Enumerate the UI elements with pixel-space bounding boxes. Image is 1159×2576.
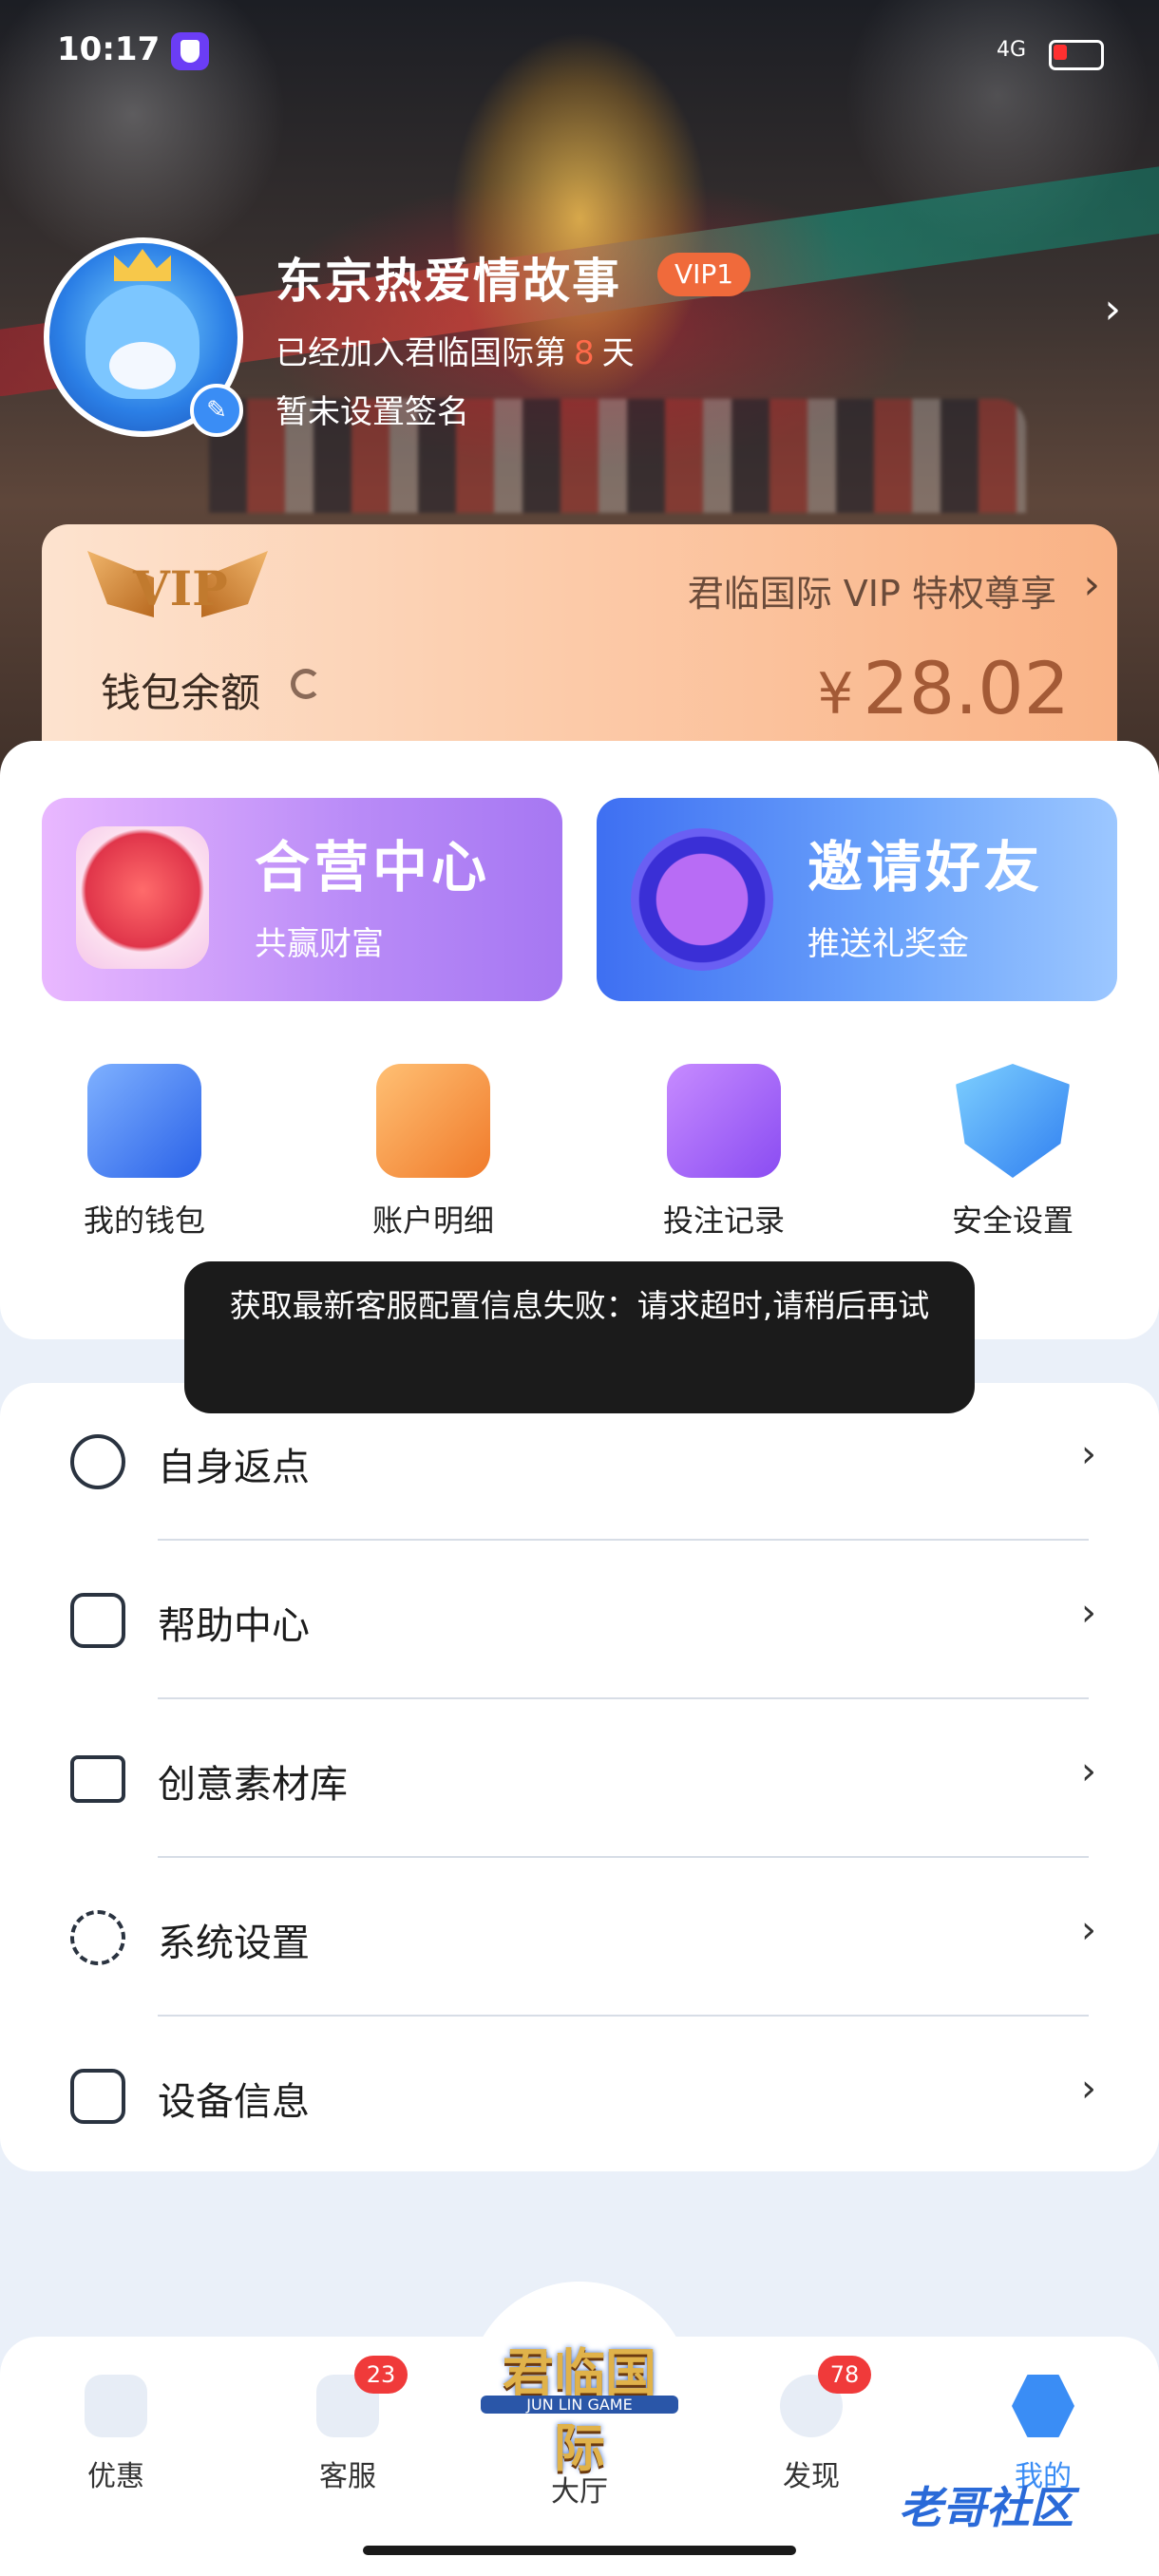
settings-icon — [70, 1910, 125, 1965]
nav-label: 客服 — [319, 2460, 376, 2493]
divider — [158, 1539, 1089, 1541]
balance-value: 28.02 — [863, 646, 1070, 730]
folder-icon — [70, 1755, 125, 1803]
divider — [158, 1856, 1089, 1858]
hall-logo[interactable]: 君临国际 JUN LIN GAME — [481, 2321, 678, 2478]
menu-label: 创意素材库 — [158, 1763, 348, 1807]
username: 东京热爱情故事 — [276, 254, 621, 309]
refresh-icon[interactable] — [291, 669, 321, 699]
percent-gear-icon — [70, 1434, 125, 1489]
vip-privilege-link[interactable]: 君临国际 VIP 特权尊享 — [688, 564, 1056, 616]
wallet-balance: ¥28.02 — [817, 646, 1070, 730]
joined-suffix: 天 — [601, 334, 635, 372]
invite-friends-subtitle: 推送礼奖金 — [808, 925, 969, 963]
shortcut-security-settings[interactable]: 安全设置 — [908, 1064, 1117, 1241]
vip-level-badge: VIP1 — [657, 253, 751, 296]
menu-item-help-center[interactable]: 帮助中心 › — [0, 1542, 1159, 1699]
nav-tab-offers[interactable]: 优惠 — [40, 2375, 192, 2494]
menu-item-device-info[interactable]: 设备信息 › — [0, 2017, 1159, 2175]
shield-check-icon — [956, 1064, 1070, 1178]
wallet-balance-label: 钱包余额 — [101, 670, 261, 716]
avatar-shark-belly — [109, 342, 176, 389]
network-indicator: 4G — [996, 38, 1026, 62]
error-toast: 获取最新客服配置信息失败：请求超时,请稍后再试 — [184, 1261, 975, 1413]
shortcut-label: 安全设置 — [951, 1203, 1074, 1239]
chevron-right-icon: › — [1081, 1908, 1096, 1952]
chevron-right-icon: › — [1081, 1591, 1096, 1635]
divider — [158, 1697, 1089, 1699]
joined-days-text: 已经加入君临国际第 8 天 — [276, 327, 635, 373]
invite-friends-title: 邀请好友 — [808, 835, 1044, 900]
star-medal-icon: 78 — [780, 2356, 871, 2437]
signature: 暂未设置签名 — [276, 393, 469, 431]
chevron-right-icon: › — [1081, 1750, 1096, 1793]
nav-tab-support[interactable]: 23 客服 — [272, 2356, 424, 2494]
partner-center-subtitle: 共赢财富 — [255, 925, 384, 963]
nav-tab-discover[interactable]: 78 发现 — [735, 2356, 887, 2494]
menu-item-creative-library[interactable]: 创意素材库 › — [0, 1700, 1159, 1858]
watermark: 老哥社区 — [899, 2482, 1074, 2533]
invite-phone-icon — [631, 828, 773, 971]
question-icon — [70, 1593, 125, 1648]
currency-symbol: ¥ — [817, 661, 854, 728]
yen-ticket-icon — [85, 2375, 147, 2437]
profile-chevron-right-icon[interactable]: › — [1104, 285, 1121, 333]
edit-avatar-icon[interactable]: ✎ — [190, 384, 243, 437]
shortcut-label: 我的钱包 — [83, 1203, 205, 1239]
joined-prefix: 已经加入君临国际第 — [276, 334, 566, 372]
support-badge: 23 — [354, 2356, 408, 2394]
chevron-right-icon: › — [1081, 1432, 1096, 1476]
nav-tab-hall-label[interactable]: 大厅 — [532, 2468, 627, 2510]
menu-label: 系统设置 — [158, 1922, 310, 1965]
vpn-shield-icon — [171, 32, 209, 70]
device-icon — [70, 2069, 125, 2124]
joined-days: 8 — [574, 334, 595, 372]
partner-center-title: 合营中心 — [255, 835, 491, 900]
divider — [158, 2015, 1089, 2017]
vip-logo-text: VIP — [133, 560, 228, 616]
notepad-icon — [667, 1064, 781, 1178]
nav-label: 优惠 — [87, 2460, 144, 2493]
chat-bubble-icon: 23 — [316, 2356, 408, 2437]
status-time: 10:17 — [57, 30, 161, 68]
shortcut-my-wallet[interactable]: 我的钱包 — [40, 1064, 249, 1241]
menu-label: 设备信息 — [158, 2080, 310, 2124]
wallet-icon — [87, 1064, 201, 1178]
vip-chevron-right-icon[interactable]: › — [1083, 560, 1100, 609]
shortcut-label: 账户明细 — [371, 1203, 494, 1239]
chevron-right-icon: › — [1081, 2067, 1096, 2111]
home-indicator[interactable] — [363, 2546, 796, 2555]
shortcut-label: 投注记录 — [662, 1203, 785, 1239]
menu-label: 帮助中心 — [158, 1604, 310, 1648]
discover-badge: 78 — [818, 2356, 871, 2394]
menu-label: 自身返点 — [158, 1446, 310, 1489]
heart-hands-icon — [76, 826, 209, 969]
vip-logo: VIP — [87, 541, 268, 627]
battery-icon — [1049, 40, 1104, 70]
shortcut-account-details[interactable]: 账户明细 — [329, 1064, 538, 1241]
shortcut-bet-records[interactable]: 投注记录 — [619, 1064, 828, 1241]
account-ledger-icon — [376, 1064, 490, 1178]
menu-item-system-settings[interactable]: 系统设置 › — [0, 1859, 1159, 2017]
profile-hex-icon — [1012, 2375, 1074, 2437]
hall-logo-subtext: JUN LIN GAME — [481, 2396, 678, 2414]
nav-label: 发现 — [783, 2460, 840, 2493]
